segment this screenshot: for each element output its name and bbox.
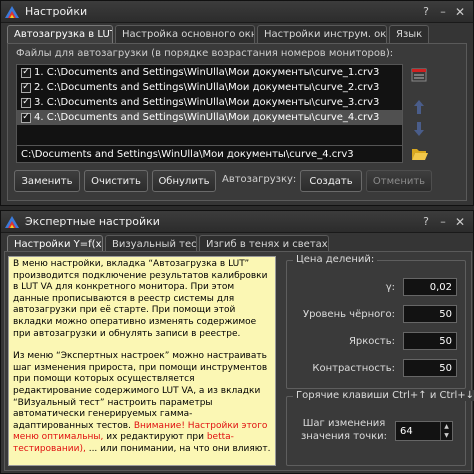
yfx-settings-panel: В меню настройки, вкладка “Автозагрузка … <box>4 251 474 471</box>
file-path-field[interactable]: C:\Documents and Settings\WinUlla\Мои до… <box>16 145 403 163</box>
browse-folder-button[interactable] <box>410 145 430 163</box>
file-checkbox[interactable]: ✓ <box>21 67 31 78</box>
file-label: 1. C:\Documents and Settings\WinUlla\Мои… <box>34 67 380 78</box>
list-item[interactable]: ✓ 2. C:\Documents and Settings\WinUlla\М… <box>17 80 402 95</box>
move-up-button[interactable] <box>410 98 428 116</box>
close-button[interactable]: ✕ <box>453 215 467 229</box>
arrow-up-icon <box>414 100 424 114</box>
brightness-label: Яркость: <box>348 335 395 347</box>
delete-entry-button[interactable] <box>410 66 428 84</box>
contrast-row: Контрастность: 50 <box>287 358 467 378</box>
contrast-field[interactable]: 50 <box>403 359 457 377</box>
tab-language[interactable]: Язык <box>389 25 429 43</box>
file-label: 2. C:\Documents and Settings\WinUlla\Мои… <box>34 82 380 93</box>
division-price-group: Цена делений: γ: 0,02 Уровень чёрного: 5… <box>286 254 467 389</box>
point-step-stepper[interactable]: 64 ▲ ▼ <box>395 421 453 441</box>
delete-list-icon <box>411 68 427 82</box>
division-price-title: Цена делений: <box>293 254 378 265</box>
arrow-down-icon <box>414 122 424 136</box>
black-level-field[interactable]: 50 <box>403 305 457 323</box>
help-button[interactable]: ? <box>419 5 433 19</box>
gamma-label: γ: <box>385 281 395 293</box>
autoload-label: Автозагрузку: <box>222 174 297 185</box>
stepper-down-icon[interactable]: ▼ <box>441 431 452 440</box>
hotkeys-title: Горячие клавиши Ctrl+↑ и Ctrl+↓ <box>293 390 474 401</box>
info-paragraph-2: Из меню “Экспертных настроек” можно наст… <box>13 351 271 454</box>
tab-autoload-lut[interactable]: Автозагрузка в LUT <box>7 25 113 43</box>
settings-titlebar[interactable]: Настройки ? – ✕ <box>1 1 473 23</box>
help-button[interactable]: ? <box>419 215 433 229</box>
minimize-button[interactable]: – <box>436 215 450 229</box>
file-checkbox[interactable]: ✓ <box>21 112 31 123</box>
expert-title: Экспертные настройки <box>25 215 160 228</box>
app-logo-icon <box>5 5 19 18</box>
file-checkbox[interactable]: ✓ <box>21 97 31 108</box>
minimize-button[interactable]: – <box>436 5 450 19</box>
point-step-value[interactable]: 64 <box>396 426 440 437</box>
black-level-label: Уровень чёрного: <box>302 308 395 320</box>
reset-button[interactable]: Обнулить <box>152 170 216 192</box>
step-label: Шаг изменения значения точки: <box>300 418 388 442</box>
settings-window: Настройки ? – ✕ Автозагрузка в LUT Настр… <box>0 0 474 206</box>
create-button[interactable]: Создать <box>300 170 362 192</box>
file-label: 4. C:\Documents and Settings\WinUlla\Мои… <box>34 112 380 123</box>
settings-tabs: Автозагрузка в LUT Настройка основного о… <box>1 25 473 43</box>
tab-tool-windows[interactable]: Настройки инструм. окон <box>257 25 387 43</box>
expert-titlebar[interactable]: Экспертные настройки ? – ✕ <box>1 211 473 233</box>
hotkeys-group: Горячие клавиши Ctrl+↑ и Ctrl+↓ Шаг изме… <box>286 390 474 466</box>
expert-settings-window: Экспертные настройки ? – ✕ Настройки Y=f… <box>0 210 474 474</box>
list-item[interactable]: ✓ 3. C:\Documents and Settings\WinUlla\М… <box>17 95 402 110</box>
folder-open-icon <box>412 149 428 160</box>
gamma-row: γ: 0,02 <box>287 277 467 297</box>
clear-button[interactable]: Очистить <box>84 170 148 192</box>
cancel-autoload-button: Отменить <box>366 170 432 192</box>
stepper-up-icon[interactable]: ▲ <box>441 422 452 431</box>
tab-main-window[interactable]: Настройка основного окна <box>115 25 255 43</box>
black-level-row: Уровень чёрного: 50 <box>287 304 467 324</box>
contrast-label: Контрастность: <box>312 362 395 374</box>
brightness-field[interactable]: 50 <box>403 332 457 350</box>
gamma-field[interactable]: 0,02 <box>403 278 457 296</box>
autoload-panel: Файлы для автозагрузки (в порядке возрас… <box>7 43 467 201</box>
info-paragraph-1: В меню настройки, вкладка “Автозагрузка … <box>13 259 268 339</box>
list-item[interactable]: ✓ 1. C:\Documents and Settings\WinUlla\М… <box>17 65 402 80</box>
file-checkbox[interactable]: ✓ <box>21 82 31 93</box>
list-item-selected[interactable]: ✓ 4. C:\Documents and Settings\WinUlla\М… <box>17 110 402 125</box>
app-logo-icon <box>5 215 19 228</box>
move-down-button[interactable] <box>410 120 428 138</box>
info-note: В меню настройки, вкладка “Автозагрузка … <box>8 256 276 466</box>
settings-title: Настройки <box>25 5 88 18</box>
replace-button[interactable]: Заменить <box>14 170 80 192</box>
close-button[interactable]: ✕ <box>453 5 467 19</box>
files-list-caption: Файлы для автозагрузки (в порядке возрас… <box>16 48 394 59</box>
brightness-row: Яркость: 50 <box>287 331 467 351</box>
file-label: 3. C:\Documents and Settings\WinUlla\Мои… <box>34 97 380 108</box>
